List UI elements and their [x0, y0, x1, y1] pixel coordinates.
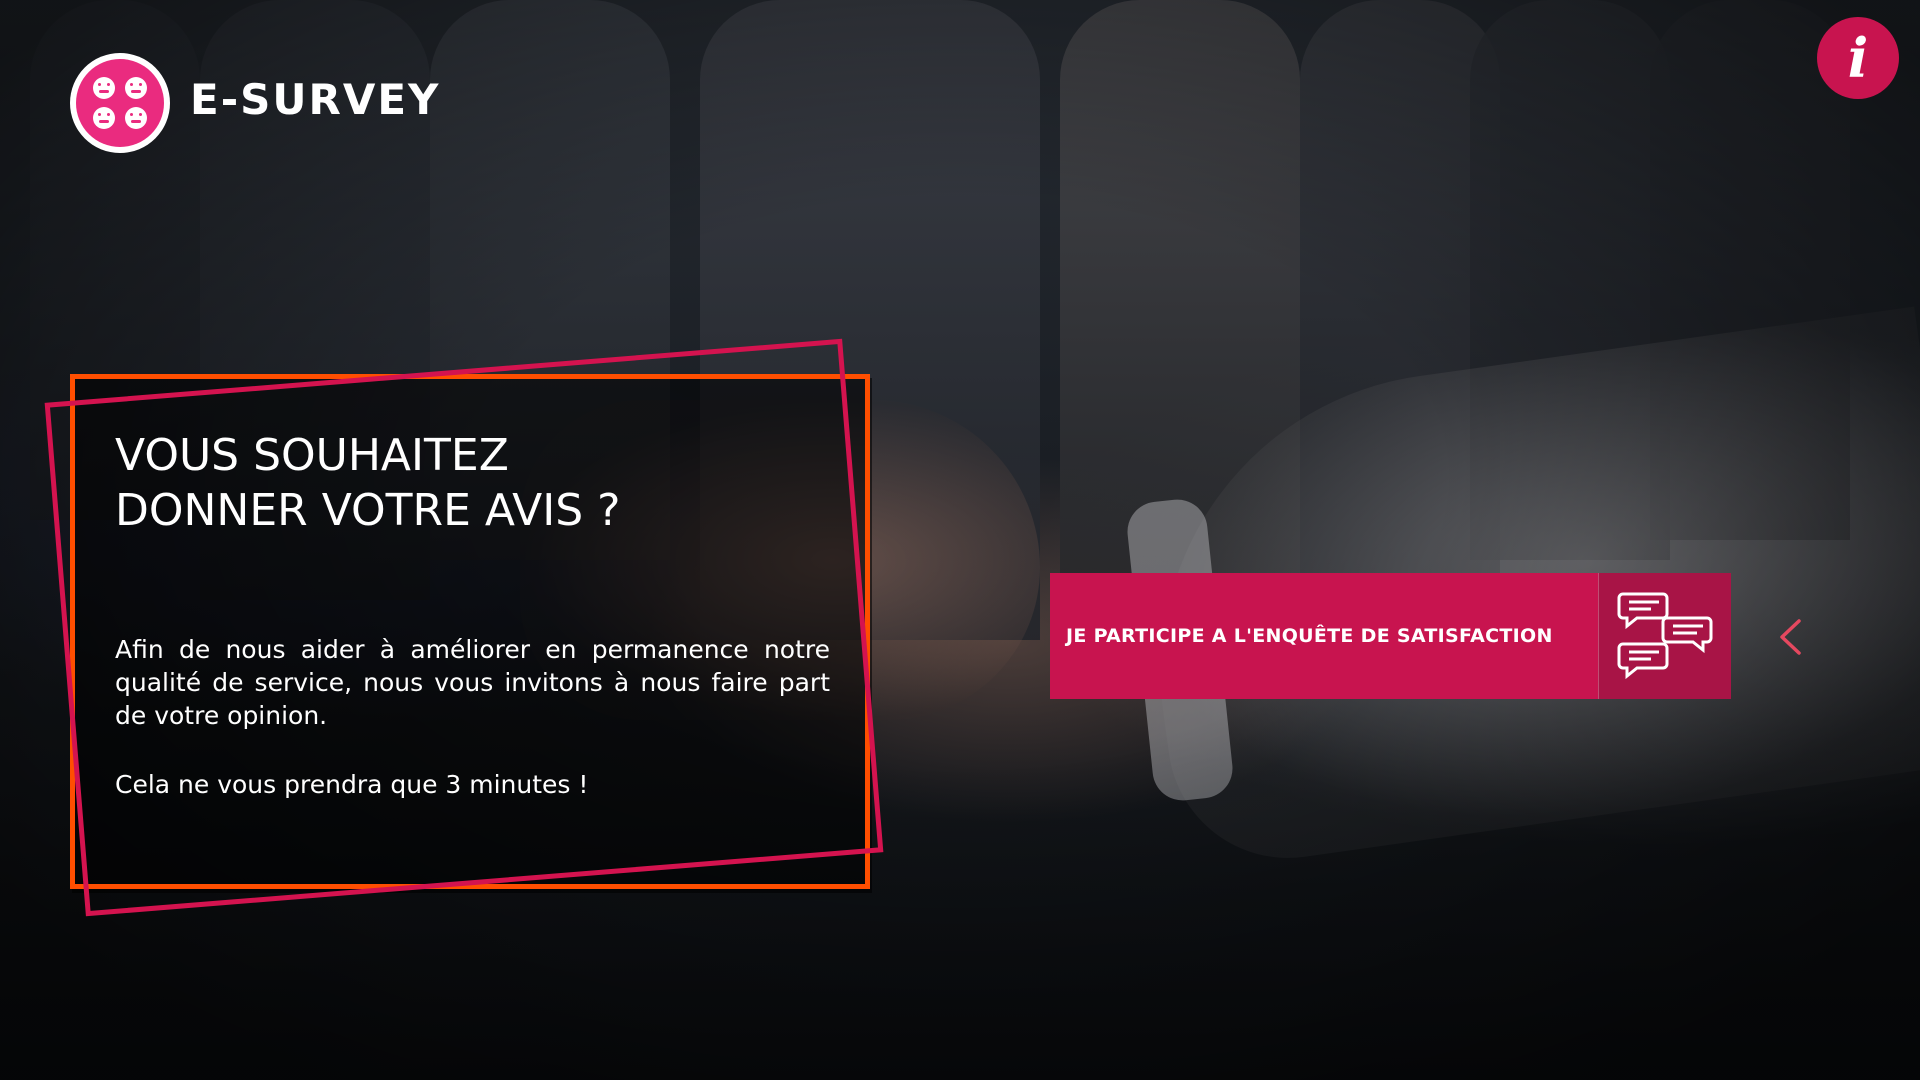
logo [70, 53, 170, 153]
card-description: Afin de nous aider à améliorer en perman… [115, 635, 830, 730]
smiley-grid-icon [76, 59, 164, 147]
survey-start-button[interactable]: JE PARTICIPE A L'ENQUÊTE DE SATISFACTION [1050, 573, 1731, 699]
card-duration-note: Cela ne vous prendra que 3 minutes ! [115, 770, 589, 799]
background-photo: E-SURVEY i VOUS SOUHAITEZ DONNER VOTRE A… [0, 0, 1920, 1080]
chat-bubbles-icon [1598, 573, 1731, 699]
survey-start-label: JE PARTICIPE A L'ENQUÊTE DE SATISFACTION [1050, 573, 1598, 699]
card-frame-pink [44, 338, 884, 917]
card-title-line: VOUS SOUHAITEZ [115, 430, 509, 481]
card-title: VOUS SOUHAITEZ DONNER VOTRE AVIS ? [115, 428, 835, 538]
info-button[interactable]: i [1817, 17, 1899, 99]
chevron-left-icon[interactable] [1777, 618, 1803, 656]
smiley-icon [93, 107, 115, 129]
brand-name: E-SURVEY [190, 75, 441, 124]
smiley-icon [125, 107, 147, 129]
card-title-line: DONNER VOTRE AVIS ? [115, 485, 621, 536]
smiley-icon [125, 77, 147, 99]
smiley-icon [93, 77, 115, 99]
